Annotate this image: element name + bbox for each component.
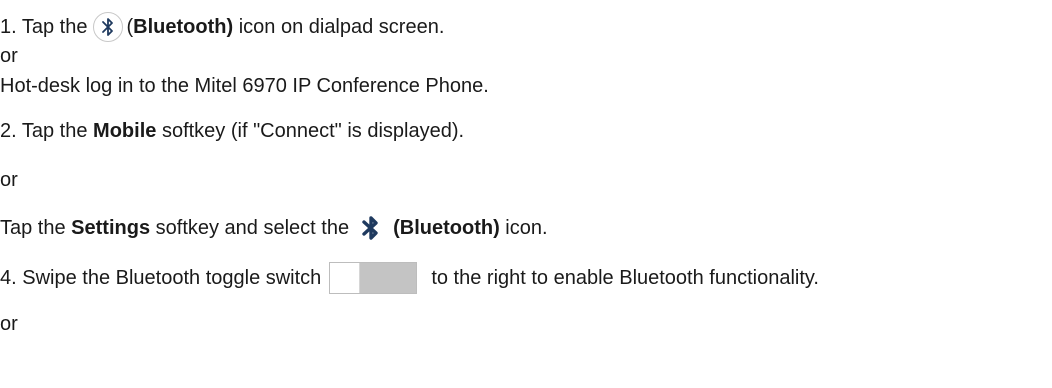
toggle-knob bbox=[330, 263, 361, 293]
mobile-softkey-label: Mobile bbox=[93, 120, 157, 142]
bluetooth-label-paren: ( bbox=[126, 16, 134, 38]
settings-step-prefix: Tap the bbox=[0, 217, 72, 239]
step-2-prefix: 2. Tap the bbox=[0, 120, 94, 142]
or-separator-1: or bbox=[0, 45, 18, 67]
hotdesk-instruction: Hot-desk log in to the Mitel 6970 IP Con… bbox=[0, 75, 489, 97]
step-1-prefix: 1. Tap the bbox=[0, 16, 88, 38]
settings-step: Tap the Settings softkey and select the … bbox=[0, 215, 548, 241]
step-4-prefix: 4. Swipe the Bluetooth toggle switch bbox=[0, 267, 322, 289]
or-separator-3: or bbox=[0, 313, 18, 335]
bluetooth-label: Bluetooth) bbox=[133, 16, 234, 38]
step-4-suffix: to the right to enable Bluetooth functio… bbox=[431, 267, 819, 289]
step-2-suffix: softkey (if "Connect" is displayed). bbox=[156, 120, 465, 142]
or-separator-2: or bbox=[0, 169, 18, 191]
bluetooth-toggle-switch bbox=[329, 262, 418, 294]
bluetooth-icon bbox=[93, 12, 124, 42]
bluetooth-icon bbox=[359, 215, 383, 241]
step-4: 4. Swipe the Bluetooth toggle switch to … bbox=[0, 262, 819, 294]
step-1: 1. Tap the ( Bluetooth) icon on dialpad … bbox=[0, 12, 444, 42]
settings-softkey-label: Settings bbox=[71, 217, 151, 239]
bluetooth-label: (Bluetooth) bbox=[393, 217, 500, 239]
settings-step-suffix: icon. bbox=[499, 217, 548, 239]
settings-step-middle: softkey and select the bbox=[150, 217, 350, 239]
step-2: 2. Tap the Mobile softkey (if "Connect" … bbox=[0, 119, 464, 143]
step-1-suffix: icon on dialpad screen. bbox=[233, 16, 445, 38]
